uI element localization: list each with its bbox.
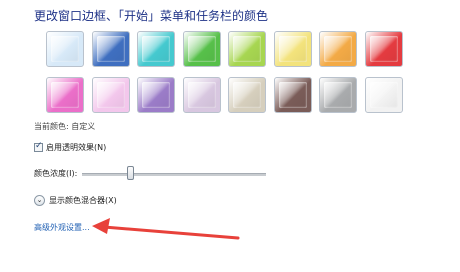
annotation-arrow-icon: [92, 218, 240, 240]
